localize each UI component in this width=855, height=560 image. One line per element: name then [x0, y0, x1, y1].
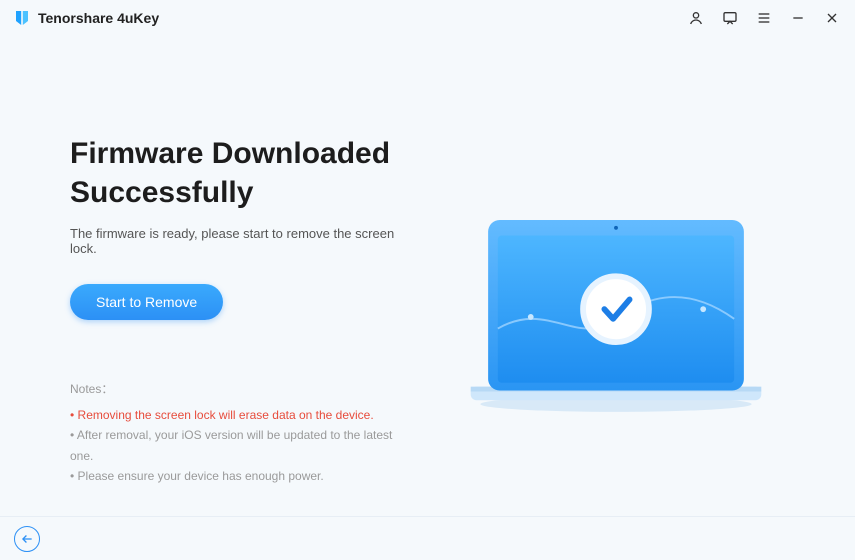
- account-icon[interactable]: [687, 9, 705, 27]
- back-button[interactable]: [14, 526, 40, 552]
- notes-block: Notes： • Removing the screen lock will e…: [70, 380, 408, 487]
- brand: Tenorshare 4uKey: [14, 10, 159, 26]
- app-title: Tenorshare 4uKey: [38, 10, 159, 26]
- start-to-remove-button[interactable]: Start to Remove: [70, 284, 223, 320]
- page-subtitle: The firmware is ready, please start to r…: [70, 226, 408, 256]
- feedback-icon[interactable]: [721, 9, 739, 27]
- notes-label: Notes：: [70, 380, 408, 397]
- menu-icon[interactable]: [755, 9, 773, 27]
- note-item: • Please ensure your device has enough p…: [70, 466, 408, 486]
- illustration-area: [448, 106, 786, 506]
- footer: [0, 516, 855, 560]
- page-title: Firmware Downloaded Successfully: [70, 134, 408, 212]
- brand-logo-icon: [14, 10, 30, 26]
- laptop-success-icon: [461, 212, 771, 421]
- note-item: • Removing the screen lock will erase da…: [70, 405, 408, 425]
- main-content: Firmware Downloaded Successfully The fir…: [0, 36, 855, 506]
- note-item: • After removal, your iOS version will b…: [70, 425, 408, 466]
- minimize-icon[interactable]: [789, 9, 807, 27]
- left-column: Firmware Downloaded Successfully The fir…: [70, 106, 408, 506]
- window-controls: [687, 9, 841, 27]
- titlebar: Tenorshare 4uKey: [0, 0, 855, 36]
- close-icon[interactable]: [823, 9, 841, 27]
